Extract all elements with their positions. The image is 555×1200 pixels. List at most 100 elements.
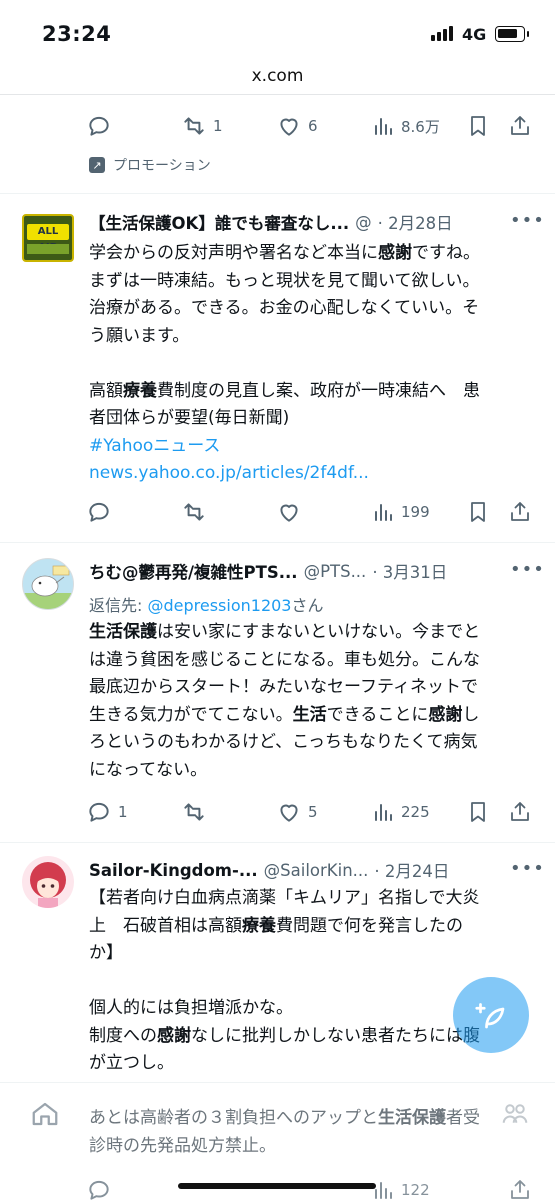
views-icon xyxy=(375,804,392,821)
like-count: 5 xyxy=(308,803,318,821)
heart-icon xyxy=(280,504,298,522)
share-button[interactable] xyxy=(508,111,532,141)
bookmark-icon xyxy=(471,802,485,822)
tab-home[interactable] xyxy=(30,1099,60,1133)
avatar-illustration xyxy=(30,862,66,908)
status-bar: 23:24 4G xyxy=(0,0,555,64)
avatar-stripe xyxy=(27,244,69,254)
promotion-text: プロモーション xyxy=(113,158,211,174)
display-name[interactable]: Sailor-Kingdom-... xyxy=(89,861,258,880)
reply-button[interactable]: 1 xyxy=(86,797,128,827)
reply-button[interactable] xyxy=(86,1175,112,1200)
retweet-icon xyxy=(184,503,204,521)
view-count: 225 xyxy=(401,803,430,821)
like-button[interactable] xyxy=(276,497,302,527)
like-button[interactable]: 6 xyxy=(276,111,318,141)
avatar-illustration xyxy=(23,565,73,609)
avatar[interactable] xyxy=(22,856,74,908)
tweet-date[interactable]: · 2月28日 xyxy=(378,210,453,234)
view-count: 199 xyxy=(401,503,430,521)
tweet-date[interactable]: · 2月24日 xyxy=(374,858,449,882)
share-icon xyxy=(511,116,529,135)
clock: 23:24 xyxy=(42,22,112,46)
bookmark-icon xyxy=(471,502,485,522)
home-icon xyxy=(32,1102,58,1126)
address-divider xyxy=(0,94,555,95)
views-icon xyxy=(375,1182,392,1199)
retweet-button[interactable] xyxy=(181,797,207,827)
retweet-button[interactable]: 1 xyxy=(181,111,223,141)
compose-feather-icon xyxy=(475,1003,505,1029)
retweet-icon xyxy=(184,117,204,135)
user-handle[interactable]: @PTS... xyxy=(304,562,367,581)
battery-icon xyxy=(495,26,529,42)
display-name[interactable]: ちむ@鬱再発/複雑性PTS... xyxy=(89,559,298,583)
more-options-icon[interactable]: ••• xyxy=(510,858,545,879)
share-button[interactable] xyxy=(508,797,532,827)
tweet-header: 【生活保護OK】誰でも審査なし... @ · 2月28日 xyxy=(89,209,453,235)
view-count: 122 xyxy=(401,1181,430,1199)
promotion-label: ↗ プロモーション xyxy=(89,155,211,175)
views-icon xyxy=(375,118,392,135)
tweet-divider xyxy=(0,193,555,194)
heart-icon xyxy=(280,804,298,822)
more-options-icon[interactable]: ••• xyxy=(510,210,545,231)
retweet-button[interactable] xyxy=(181,497,207,527)
user-handle[interactable]: @SailorKin... xyxy=(264,861,369,880)
view-count: 8.6万 xyxy=(401,117,440,136)
tweet-text-overflow: あとは高齢者の３割負担へのアップと生活保護者受 診時の先発品処方禁止。 xyxy=(89,1108,480,1156)
tweet-actions: 199 xyxy=(86,497,534,527)
bookmark-icon xyxy=(471,116,485,136)
heart-icon xyxy=(280,118,298,136)
bookmark-button[interactable] xyxy=(466,111,490,141)
reply-mention-link[interactable]: @depression1203 xyxy=(147,596,291,615)
signal-icon xyxy=(431,26,453,41)
bookmark-button[interactable] xyxy=(466,797,490,827)
tweet-text: 【若者向け白血病点滴薬「キムリア」名指しで大炎 上 石破首相は高額療養費問題で何… xyxy=(89,888,480,1073)
user-handle[interactable]: @ xyxy=(355,213,372,232)
avatar[interactable]: ALL AID xyxy=(22,214,74,262)
retweet-icon xyxy=(184,803,204,821)
address-bar[interactable]: x.com xyxy=(0,66,555,86)
tweet-header: ちむ@鬱再発/複雑性PTS... @PTS... · 3月31日 xyxy=(89,558,447,584)
like-button[interactable]: 5 xyxy=(276,797,318,827)
article-link[interactable]: news.yahoo.co.jp/articles/2f4df... xyxy=(89,460,529,488)
reply-count: 1 xyxy=(118,803,128,821)
reply-button[interactable] xyxy=(86,111,112,141)
tweet-actions: 1 6 8.6万 xyxy=(86,111,534,141)
hashtag-link[interactable]: #Yahooニュース xyxy=(89,433,529,461)
tweet-date[interactable]: · 3月31日 xyxy=(372,559,447,583)
retweet-count: 1 xyxy=(213,117,223,135)
views-button[interactable]: 225 xyxy=(371,797,430,827)
bookmark-button[interactable] xyxy=(466,497,490,527)
share-button[interactable] xyxy=(508,497,532,527)
tweet-actions: 1 5 225 xyxy=(86,797,534,827)
reply-context: 返信先: @depression1203さん xyxy=(89,596,324,615)
share-icon xyxy=(511,502,529,521)
tweet-text: 生活保護は安い家にすまないといけない。今までと は違う貧困を感じることになる。車… xyxy=(89,622,481,780)
promoted-icon: ↗ xyxy=(89,157,105,173)
share-icon xyxy=(511,1180,529,1199)
home-indicator[interactable] xyxy=(178,1183,376,1189)
reply-icon xyxy=(89,802,109,822)
display-name[interactable]: 【生活保護OK】誰でも審査なし... xyxy=(89,210,349,234)
avatar-logo-text: ALL AID xyxy=(27,224,69,253)
views-icon xyxy=(375,504,392,521)
reply-icon xyxy=(89,502,109,522)
views-button[interactable]: 199 xyxy=(371,497,430,527)
reply-icon xyxy=(89,116,109,136)
like-count: 6 xyxy=(308,117,318,135)
tweet-divider xyxy=(0,542,555,543)
tweet-header: Sailor-Kingdom-... @SailorKin... · 2月24日 xyxy=(89,857,449,883)
avatar[interactable] xyxy=(22,558,74,610)
more-options-icon[interactable]: ••• xyxy=(510,559,545,580)
reply-icon xyxy=(89,1180,109,1200)
tweet-divider xyxy=(0,842,555,843)
network-label: 4G xyxy=(462,25,487,44)
compose-button[interactable] xyxy=(453,977,529,1053)
views-button[interactable]: 122 xyxy=(371,1175,430,1200)
share-button[interactable] xyxy=(508,1175,532,1200)
reply-button[interactable] xyxy=(86,497,112,527)
views-button[interactable]: 8.6万 xyxy=(371,111,440,141)
tweet-text: 学会からの反対声明や署名など本当に感謝ですね。 まずは一時凍結。もっと現状を見て… xyxy=(89,240,529,488)
